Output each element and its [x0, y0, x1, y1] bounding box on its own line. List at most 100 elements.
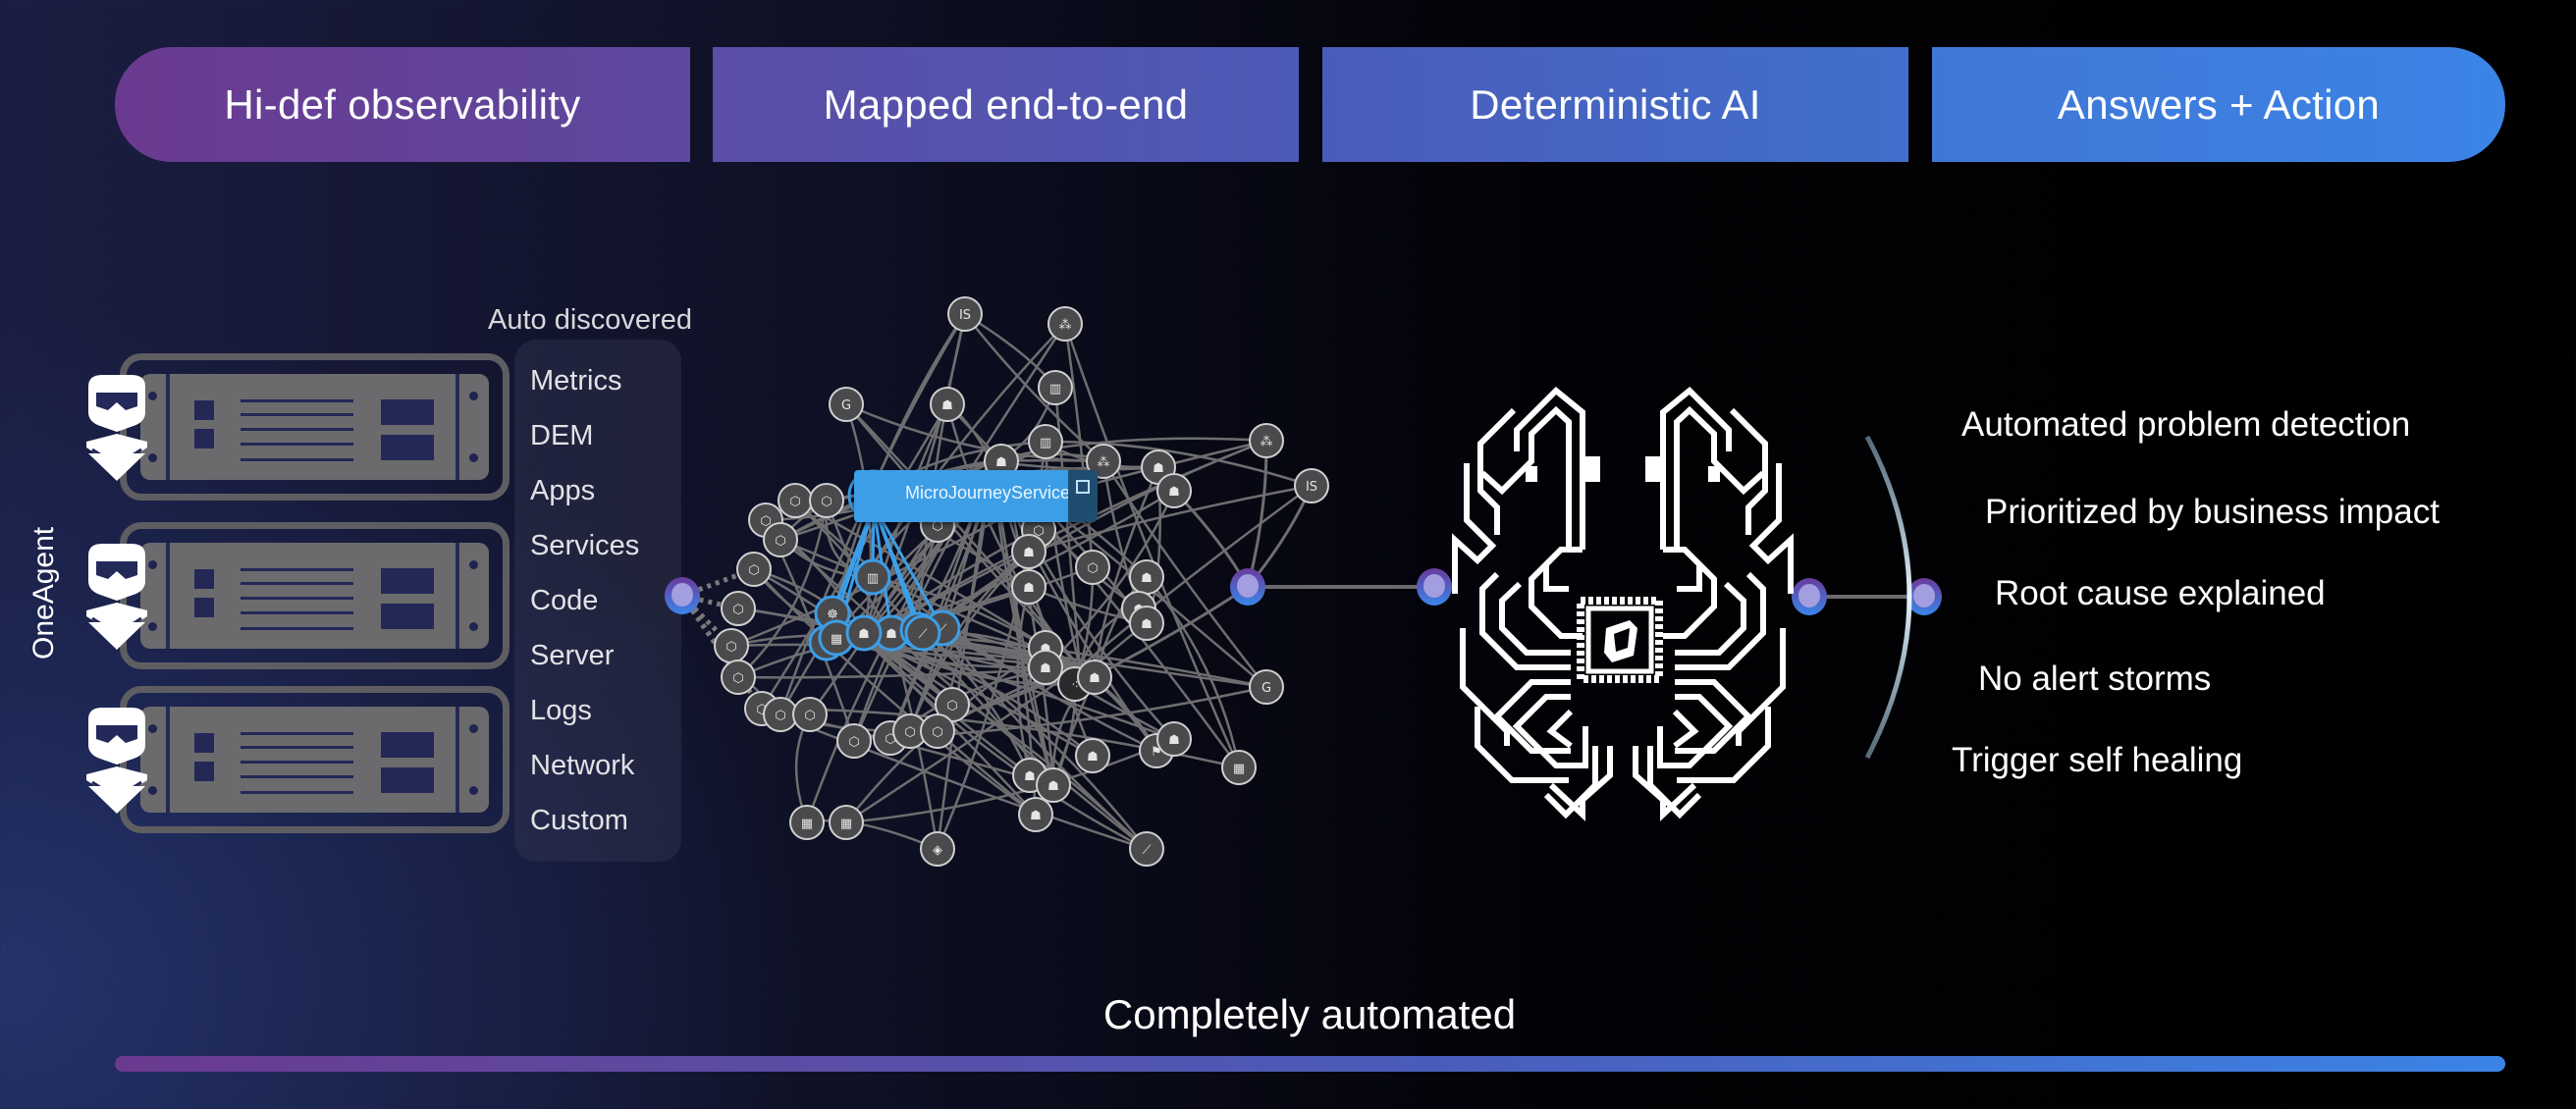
circuit-trace: [1499, 581, 1571, 656]
java-icon[interactable]: ☗: [1129, 606, 1164, 641]
circuit-trace: [1736, 628, 1786, 746]
service-name: MicroJourneyService: [905, 483, 1071, 502]
nodejs-icon[interactable]: ⬡: [1075, 550, 1110, 585]
nodejs-icon[interactable]: ⬡: [792, 697, 828, 732]
nodejs-icon[interactable]: ⬡: [736, 552, 772, 587]
svg-text:▦: ▦: [1233, 762, 1245, 776]
svg-text:⬡: ⬡: [732, 603, 743, 617]
connector-dot: [1417, 568, 1452, 606]
external-link-icon[interactable]: [1068, 470, 1098, 522]
service-tooltip[interactable]: MicroJourneyService: [854, 470, 1098, 522]
iis-icon[interactable]: IS: [947, 296, 983, 332]
svg-text:☗: ☗: [1023, 581, 1035, 596]
answer-item: No alert storms: [1978, 660, 2212, 698]
chip-outline: [1577, 597, 1663, 683]
circuit-trace: [1663, 547, 1717, 639]
nodejs-icon[interactable]: ⬡: [763, 697, 798, 732]
java-icon[interactable]: ☗: [930, 387, 965, 422]
circuit-trace: [1748, 463, 1794, 594]
nodejs-icon[interactable]: ⬡: [778, 483, 813, 518]
svg-text:G: G: [1261, 681, 1271, 696]
answer-item: Root cause explained: [1995, 574, 2326, 612]
svg-text:☗: ☗: [1089, 671, 1100, 686]
svg-text:⬡: ⬡: [804, 709, 815, 723]
svg-text:☗: ☗: [886, 627, 897, 642]
java-icon[interactable]: ☗: [1011, 569, 1046, 605]
answer-item: Automated problem detection: [1961, 405, 2411, 444]
svg-text:☗: ☗: [1024, 769, 1036, 784]
svg-text:⬡: ⬡: [725, 640, 736, 655]
nodejs-icon[interactable]: ⬡: [721, 591, 756, 626]
dynatrace-cube-icon: [1604, 620, 1637, 662]
nodejs-icon[interactable]: ⬡: [809, 483, 844, 518]
nginx-icon[interactable]: ◈: [920, 831, 955, 867]
answer-item: Trigger self healing: [1952, 741, 2243, 779]
svg-text:☗: ☗: [1030, 809, 1042, 823]
svg-text:⁂: ⁂: [1098, 455, 1110, 470]
svg-text:☗: ☗: [1153, 461, 1164, 476]
aspnet-icon[interactable]: ⁂: [1249, 423, 1284, 458]
nodejs-icon[interactable]: ⬡: [836, 723, 872, 759]
database-icon[interactable]: ▥: [854, 558, 891, 596]
svg-text:☗: ☗: [1141, 617, 1153, 632]
svg-text:⬡: ⬡: [1087, 561, 1098, 576]
java-icon[interactable]: ☗: [1011, 534, 1046, 569]
svg-text:▦: ▦: [801, 817, 813, 831]
circuit-trace: [1677, 564, 1702, 592]
svg-text:☗: ☗: [1087, 750, 1099, 765]
container-icon[interactable]: ▦: [1221, 750, 1257, 785]
java-icon[interactable]: ☗: [1028, 650, 1063, 685]
java-icon[interactable]: ☗: [1075, 738, 1110, 773]
circuit-trace: [1452, 463, 1497, 594]
svg-text:⬡: ⬡: [848, 735, 859, 750]
chip-body: [1585, 606, 1654, 674]
svg-text:▦: ▦: [831, 632, 842, 647]
feather-icon[interactable]: ⟋: [904, 614, 941, 652]
java-icon[interactable]: ☗: [1018, 797, 1053, 832]
svg-text:▥: ▥: [1040, 436, 1051, 450]
svg-text:☗: ☗: [1168, 485, 1180, 500]
nodejs-icon[interactable]: ⬡: [920, 713, 955, 749]
svg-text:◈: ◈: [933, 843, 942, 858]
answer-item: Prioritized by business impact: [1985, 493, 2440, 531]
feather-icon[interactable]: ⟋: [1129, 831, 1164, 867]
golang-icon[interactable]: G: [1249, 669, 1284, 705]
circuit-trace: [1460, 628, 1510, 746]
database-icon[interactable]: ▥: [1038, 370, 1073, 405]
svg-text:⬡: ⬡: [732, 671, 743, 686]
svg-text:⬡: ⬡: [821, 495, 832, 509]
topology-edges: [679, 312, 1314, 851]
svg-text:▦: ▦: [840, 817, 852, 831]
aspnet-icon[interactable]: ⁂: [1047, 306, 1083, 342]
svg-text:⬡: ⬡: [775, 534, 785, 549]
circuit-pad: [1526, 466, 1537, 482]
svg-text:⬡: ⬡: [904, 725, 915, 740]
java-icon[interactable]: ☗: [1156, 473, 1192, 508]
circuit-trace: [1529, 547, 1583, 639]
connector-dot: [1230, 568, 1265, 606]
circuit-trace: [1546, 709, 1574, 749]
java-icon[interactable]: ☗: [1036, 767, 1071, 803]
circuit-trace: [1672, 709, 1699, 749]
circuit-pad: [1583, 456, 1600, 482]
footer-label: Completely automated: [1102, 991, 1517, 1037]
java-icon[interactable]: ☗: [1156, 721, 1192, 757]
database-icon[interactable]: ▥: [1028, 424, 1063, 459]
nodejs-icon[interactable]: ⬡: [721, 660, 756, 695]
golang-icon[interactable]: G: [829, 387, 864, 422]
java-icon[interactable]: ☗: [845, 614, 883, 652]
svg-text:⁂: ⁂: [1059, 318, 1072, 333]
svg-text:☗: ☗: [1023, 546, 1035, 560]
nodejs-icon[interactable]: ⬡: [763, 522, 798, 557]
nodejs-icon[interactable]: ⬡: [714, 628, 749, 663]
iis-icon[interactable]: IS: [1294, 468, 1329, 503]
container-icon[interactable]: ▦: [789, 805, 825, 840]
circuit-trace: [1543, 564, 1569, 592]
container-icon[interactable]: ▦: [829, 805, 864, 840]
java-icon[interactable]: ☗: [1077, 660, 1112, 695]
footer-progress-bar: [115, 1056, 2505, 1072]
java-icon[interactable]: ☗: [1129, 559, 1164, 595]
circuit-trace: [1675, 581, 1746, 656]
svg-text:⬡: ⬡: [946, 699, 957, 713]
svg-text:⟋: ⟋: [1142, 843, 1152, 858]
